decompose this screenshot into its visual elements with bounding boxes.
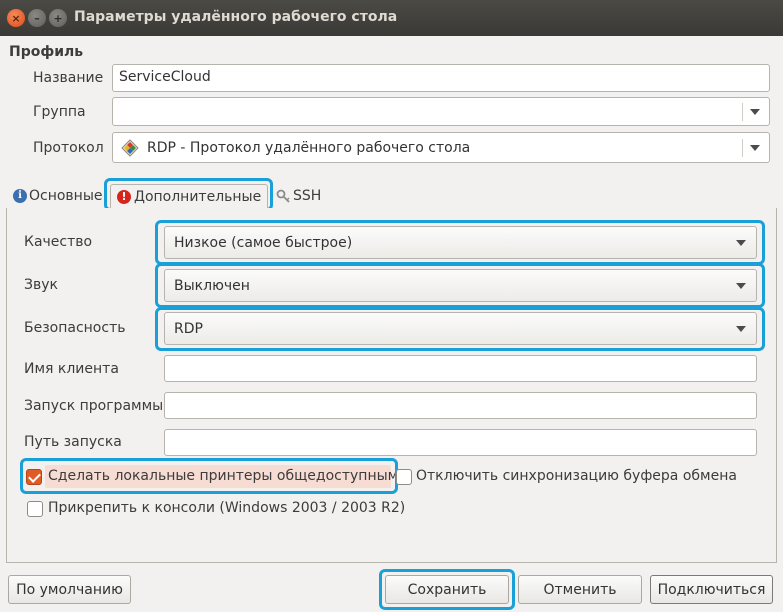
window-minimize-icon[interactable]: –	[28, 9, 46, 27]
quality-value: Низкое (самое быстрое)	[174, 234, 353, 251]
cancel-button[interactable]: Отменить	[518, 575, 642, 604]
name-label: Название	[33, 70, 104, 86]
security-combobox[interactable]: RDP	[164, 312, 757, 345]
sound-combobox[interactable]: Выключен	[164, 269, 757, 302]
security-label: Безопасность	[24, 320, 126, 336]
startup-program-label: Запуск программы	[24, 398, 164, 414]
share-printers-checkbox[interactable]	[26, 469, 42, 485]
warning-icon: !	[117, 190, 131, 204]
window-titlebar: × – + Параметры удалённого рабочего стол…	[0, 0, 783, 36]
save-button[interactable]: Сохранить	[385, 575, 509, 604]
client-name-label: Имя клиента	[24, 361, 119, 377]
profile-section-title: Профиль	[9, 44, 84, 60]
chevron-down-icon[interactable]	[750, 109, 760, 115]
chevron-down-icon[interactable]	[736, 326, 746, 332]
group-label: Группа	[33, 104, 86, 120]
quality-combobox[interactable]: Низкое (самое быстрое)	[164, 226, 757, 259]
protocol-label: Протокол	[33, 140, 104, 156]
tab-advanced-label: Дополнительные	[134, 189, 262, 205]
connect-button[interactable]: Подключиться	[650, 575, 773, 604]
protocol-combobox[interactable]: RDP - Протокол удалённого рабочего стола	[112, 132, 770, 163]
startup-program-input[interactable]	[164, 392, 757, 419]
attach-console-label[interactable]: Прикрепить к консоли (Windows 2003 / 200…	[48, 500, 405, 516]
info-icon: i	[13, 189, 27, 203]
share-printers-label[interactable]: Сделать локальные принтеры общедоступным…	[48, 468, 407, 484]
protocol-value: RDP - Протокол удалённого рабочего стола	[147, 139, 471, 156]
chevron-down-icon[interactable]	[736, 283, 746, 289]
chevron-down-icon[interactable]	[750, 145, 760, 151]
tab-ssh-label: SSH	[293, 188, 322, 204]
quality-label: Качество	[24, 234, 93, 250]
tab-basic-label: Основные	[29, 188, 103, 204]
disable-clipboard-checkbox[interactable]	[396, 469, 412, 485]
disable-clipboard-label[interactable]: Отключить синхронизацию буфера обмена	[416, 468, 737, 484]
window-close-icon[interactable]: ×	[7, 9, 25, 27]
startup-path-label: Путь запуска	[24, 434, 122, 450]
security-value: RDP	[174, 320, 203, 337]
sound-label: Звук	[24, 277, 58, 293]
combo-separator	[742, 139, 743, 157]
attach-console-checkbox[interactable]	[27, 501, 43, 517]
default-button[interactable]: По умолчанию	[8, 575, 131, 604]
key-icon	[276, 189, 290, 203]
sound-value: Выключен	[174, 277, 250, 294]
combo-separator	[742, 103, 743, 121]
startup-path-input[interactable]	[164, 429, 757, 456]
group-combobox[interactable]	[112, 97, 770, 126]
client-name-input[interactable]	[164, 355, 757, 382]
chevron-down-icon[interactable]	[736, 240, 746, 246]
name-input[interactable]: ServiceCloud	[112, 64, 770, 92]
tab-basic[interactable]: i Основные	[13, 184, 103, 208]
window-maximize-icon[interactable]: +	[49, 9, 67, 27]
tab-ssh[interactable]: SSH	[276, 184, 321, 208]
window-title: Параметры удалённого рабочего стола	[74, 9, 398, 25]
tab-advanced[interactable]: ! Дополнительные	[110, 184, 269, 209]
rdp-plugin-icon	[121, 138, 139, 157]
